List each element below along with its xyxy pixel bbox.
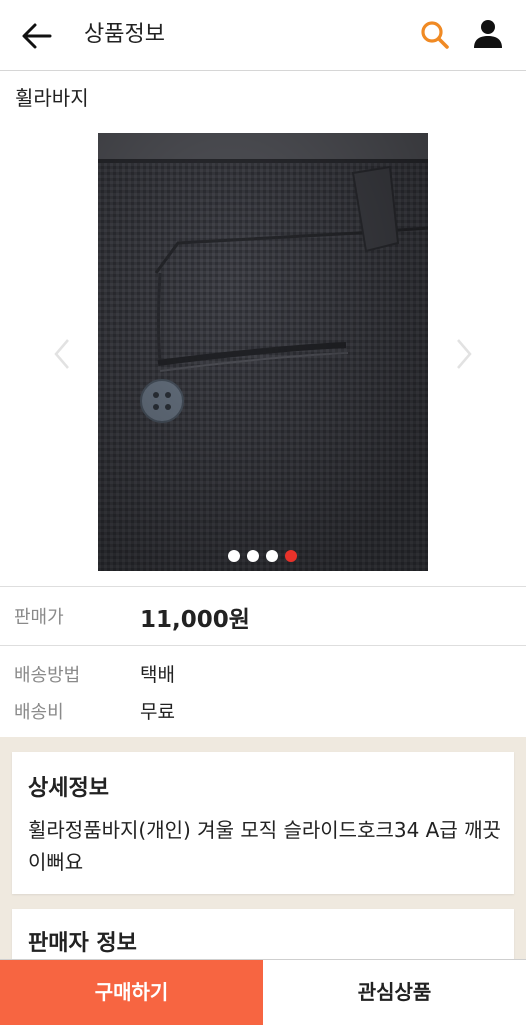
chevron-right-icon[interactable] xyxy=(454,337,474,371)
buy-button[interactable]: 구매하기 xyxy=(0,960,263,1025)
product-name: 휠라바지 xyxy=(15,86,89,110)
seller-heading: 판매자 정보 xyxy=(28,931,137,956)
divider xyxy=(0,645,526,646)
carousel-dot[interactable] xyxy=(266,550,278,562)
top-app-bar: 상품정보 xyxy=(0,0,526,71)
carousel-dot[interactable] xyxy=(247,550,259,562)
price-value: 11,000원 xyxy=(140,607,250,633)
user-icon[interactable] xyxy=(472,18,504,50)
detail-card: 상세정보 휠라정품바지(개인) 겨울 모직 슬라이드호크34 A급 깨끗이뻐요 xyxy=(12,752,514,894)
carousel-indicator xyxy=(228,550,297,562)
search-icon[interactable] xyxy=(420,20,450,50)
product-photo[interactable] xyxy=(98,133,428,571)
carousel-dot-active[interactable] xyxy=(285,550,297,562)
wishlist-button[interactable]: 관심상품 xyxy=(263,960,526,1025)
bottom-action-bar: 구매하기 관심상품 xyxy=(0,959,526,1025)
shipping-fee-label: 배송비 xyxy=(14,702,64,723)
shipping-method-label: 배송방법 xyxy=(14,665,81,686)
shipping-method-value: 택배 xyxy=(140,664,175,686)
chevron-left-icon[interactable] xyxy=(52,337,72,371)
divider xyxy=(0,586,526,587)
detail-text: 휠라정품바지(개인) 겨울 모직 슬라이드호크34 A급 깨끗이뻐요 xyxy=(28,818,501,874)
carousel-dot[interactable] xyxy=(228,550,240,562)
detail-heading: 상세정보 xyxy=(28,776,109,801)
price-label: 판매가 xyxy=(14,607,64,628)
trousers-photo-illustration xyxy=(98,133,428,571)
arrow-left-icon[interactable] xyxy=(20,20,54,52)
shipping-fee-value: 무료 xyxy=(140,701,175,723)
page-title: 상품정보 xyxy=(84,22,165,47)
